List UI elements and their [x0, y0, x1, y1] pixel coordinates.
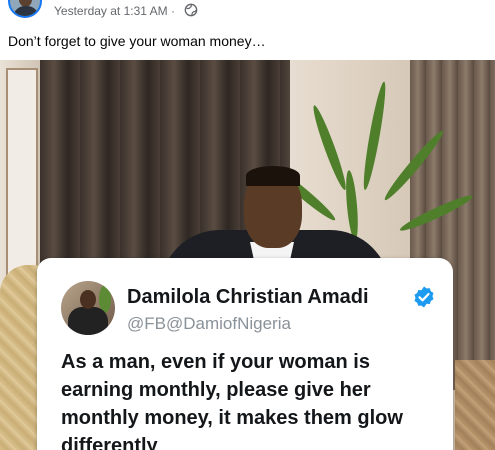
tweet-avatar-body [68, 307, 108, 335]
globe-icon [184, 3, 198, 17]
tweet-author-avatar [61, 281, 115, 335]
author-avatar[interactable] [8, 0, 42, 18]
tweet-card: Damilola Christian Amadi @FB@DamiofNiger… [37, 258, 453, 450]
tweet-avatar-head [80, 290, 96, 309]
post-header: Yesterday at 1:31 AM · [0, 0, 495, 26]
tweet-author-name: Damilola Christian Amadi [127, 286, 369, 308]
post-photo[interactable]: Damilola Christian Amadi @FB@DamiofNiger… [0, 60, 495, 450]
photo-sofa-right [455, 360, 495, 450]
tweet-text: As a man, even if your woman is earning … [61, 351, 403, 450]
post-timestamp[interactable]: Yesterday at 1:31 AM · [54, 4, 175, 18]
verified-badge-icon [414, 286, 434, 308]
avatar-body [13, 6, 39, 16]
man-hair [246, 166, 300, 186]
post-caption: Don’t forget to give your woman money… [8, 33, 266, 49]
photo-window [6, 68, 38, 292]
tweet-handle: @FB@DamiofNigeria [127, 314, 291, 333]
